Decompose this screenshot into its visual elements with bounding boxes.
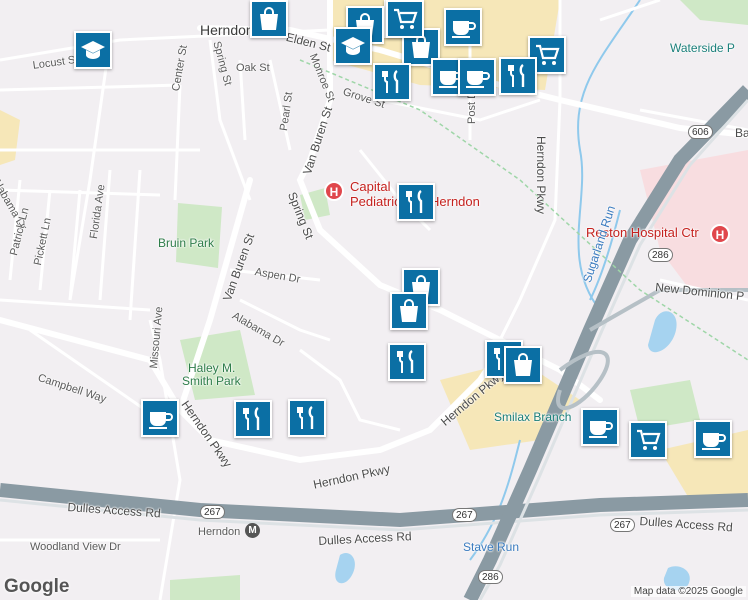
water-label: Stave Run (463, 540, 520, 554)
street-label: Oak St (236, 62, 270, 74)
route-shield: 267 (610, 518, 635, 532)
route-shield: 606 (688, 125, 713, 139)
coffee-cup-icon (463, 63, 491, 91)
coffee-cup-icon (586, 413, 614, 441)
google-logo: Google (4, 576, 70, 597)
graduation-cap-icon (79, 36, 107, 64)
metro-station-icon[interactable]: M (245, 523, 260, 538)
street-label: Woodland View Dr (30, 541, 121, 553)
route-shield: 267 (200, 505, 225, 519)
map-pin-food[interactable] (499, 57, 537, 95)
park-label: Haley M. (188, 361, 236, 375)
graduation-cap-icon (339, 32, 367, 60)
map-pin-food[interactable] (234, 400, 272, 438)
map-pin-food[interactable] (288, 399, 326, 437)
hospital-icon[interactable]: H (710, 224, 730, 244)
street-label: Ba (735, 126, 748, 140)
map-attribution: Map data ©2025 Google (630, 586, 746, 597)
map-pin-bag[interactable] (390, 292, 428, 330)
coffee-cup-icon (146, 404, 174, 432)
map-pin-coffee[interactable] (458, 58, 496, 96)
fork-knife-icon (504, 62, 532, 90)
map-pin-food[interactable] (397, 183, 435, 221)
map-pin-school[interactable] (334, 27, 372, 65)
map-pin-cart[interactable] (629, 421, 667, 459)
fork-knife-icon (402, 188, 430, 216)
fork-knife-icon (378, 68, 406, 96)
fork-knife-icon (293, 404, 321, 432)
map-pin-bag[interactable] (504, 346, 542, 384)
map-pin-coffee[interactable] (141, 399, 179, 437)
place-label: Waterside P (670, 41, 735, 55)
poi-label: Herndon (430, 194, 480, 209)
route-shield: 286 (478, 570, 503, 584)
place-label: Smilax Branch (494, 410, 572, 424)
shopping-cart-icon (533, 41, 561, 69)
map-pin-bag[interactable] (250, 0, 288, 38)
map-pin-coffee[interactable] (581, 408, 619, 446)
fork-knife-icon (239, 405, 267, 433)
coffee-cup-icon (699, 425, 727, 453)
map-pin-coffee[interactable] (694, 420, 732, 458)
park-label: Bruin Park (158, 236, 215, 250)
fork-knife-icon (393, 348, 421, 376)
shopping-bag-icon (395, 297, 423, 325)
station-label: Herndon (198, 526, 241, 538)
street-label: Herndon Pkwy (534, 136, 548, 215)
map-pin-school[interactable] (74, 31, 112, 69)
shopping-cart-icon (391, 5, 419, 33)
shopping-bag-icon (509, 351, 537, 379)
hospital-icon[interactable]: H (324, 181, 344, 201)
place-label: Herndon (200, 22, 254, 38)
map-pin-food[interactable] (373, 63, 411, 101)
shopping-bag-icon (255, 5, 283, 33)
poi-label: Pediatric (350, 194, 401, 209)
poi-label: Capital (350, 179, 391, 194)
map-pin-food[interactable] (388, 343, 426, 381)
route-shield: 286 (648, 248, 673, 262)
map-pin-cart[interactable] (386, 0, 424, 38)
park-label: Smith Park (182, 374, 241, 388)
shopping-cart-icon (634, 426, 662, 454)
map-pin-coffee[interactable] (444, 8, 482, 46)
route-shield: 267 (452, 508, 477, 522)
coffee-cup-icon (449, 13, 477, 41)
